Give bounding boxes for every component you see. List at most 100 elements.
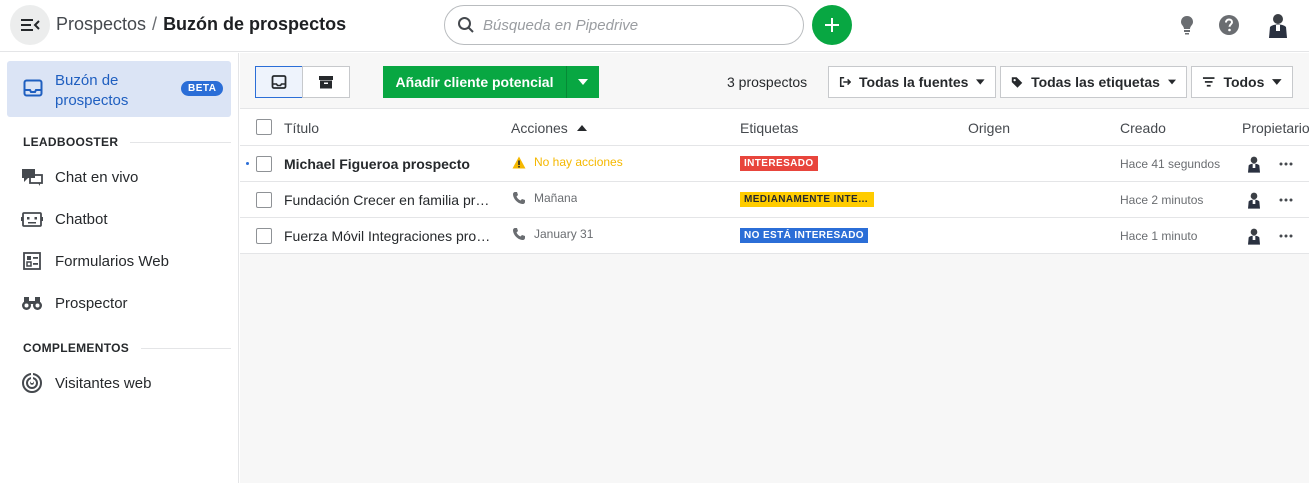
lead-action-label: Mañana (534, 191, 578, 205)
filter-icon (1202, 77, 1215, 87)
breadcrumb: Prospectos / Buzón de prospectos (56, 14, 346, 35)
column-header-label: Acciones (511, 120, 568, 136)
search-box[interactable] (444, 5, 804, 45)
sidebar-item-label: Chat en vivo (55, 168, 139, 186)
owner-avatar (1244, 226, 1264, 246)
row-more-button[interactable] (1276, 154, 1296, 174)
breadcrumb-parent[interactable]: Prospectos (56, 14, 146, 35)
lead-action-label: No hay acciones (534, 155, 623, 169)
menu-collapse-icon (21, 19, 40, 31)
binoculars-icon (20, 291, 44, 315)
lead-title[interactable]: Fundación Crecer en familia prospecto (284, 192, 496, 208)
top-bar: Prospectos / Buzón de prospectos (0, 0, 1309, 52)
sidebar-item-label: Chatbot (55, 210, 108, 228)
lead-action: No hay acciones (512, 155, 623, 169)
owner-filter-label: Todos (1223, 74, 1265, 90)
caret-down-icon (1167, 79, 1176, 85)
page-title: Buzón de prospectos (163, 14, 347, 34)
lead-action: January 31 (512, 227, 593, 241)
section-header-label: LEADBOOSTER (23, 135, 119, 149)
source-filter-dropdown[interactable]: Todas la fuentes (828, 66, 996, 98)
inbox-view-button[interactable] (255, 66, 303, 98)
lead-title[interactable]: Michael Figueroa prospecto (284, 156, 496, 172)
add-lead-dropdown-button[interactable] (567, 66, 599, 98)
table-row[interactable]: Fundación Crecer en familia prospecto Ma… (240, 182, 1309, 218)
caret-down-icon (1272, 79, 1282, 85)
help-icon (1219, 15, 1239, 35)
section-header-leadbooster: LEADBOOSTER (23, 135, 231, 149)
more-horizontal-icon (1279, 162, 1293, 166)
user-avatar-icon (1269, 14, 1287, 38)
column-header-origin[interactable]: Origen (968, 120, 1010, 136)
lead-action-label: January 31 (534, 227, 594, 241)
leads-count: 3 prospectos (727, 74, 808, 90)
tags-filter-label: Todas las etiquetas (1031, 74, 1160, 90)
search-input[interactable] (483, 16, 783, 34)
archive-view-button[interactable] (302, 66, 350, 98)
caret-down-icon (578, 79, 588, 85)
main-content: Añadir cliente potencial 3 prospectos To… (240, 53, 1309, 483)
row-checkbox[interactable] (256, 228, 272, 244)
lightbulb-icon (1181, 16, 1193, 35)
sidebar-item-web-visitors[interactable]: Visitantes web (20, 368, 230, 398)
inbox-icon (271, 75, 287, 89)
menu-toggle-button[interactable] (10, 5, 50, 45)
inbox-icon (23, 79, 43, 97)
column-header-created[interactable]: Creado (1120, 120, 1166, 136)
sidebar-item-label: Visitantes web (55, 374, 152, 392)
column-header-owner[interactable]: Propietario (1242, 120, 1309, 136)
user-avatar-icon (1248, 192, 1260, 209)
row-checkbox[interactable] (256, 192, 272, 208)
chat-icon (20, 165, 44, 189)
tags-filter-dropdown[interactable]: Todas las etiquetas (1000, 66, 1187, 98)
leads-table: Título Acciones Etiquetas Origen Creado … (240, 109, 1309, 254)
lead-title[interactable]: Fuerza Móvil Integraciones prospecto (284, 228, 496, 244)
add-lead-button[interactable]: Añadir cliente potencial (383, 66, 567, 98)
phone-icon (513, 192, 525, 204)
radar-icon (20, 371, 44, 395)
lead-action: Mañana (512, 191, 577, 205)
sidebar-item-web-forms[interactable]: Formularios Web (20, 246, 230, 276)
lead-created: Hace 1 minuto (1120, 229, 1198, 243)
section-header-complementos: COMPLEMENTOS (23, 341, 231, 355)
lead-created: Hace 2 minutos (1120, 193, 1204, 207)
lead-created: Hace 41 segundos (1120, 157, 1221, 171)
row-checkbox[interactable] (256, 156, 272, 172)
toolbar: Añadir cliente potencial 3 prospectos To… (240, 53, 1309, 109)
unread-indicator (246, 162, 249, 165)
table-header: Título Acciones Etiquetas Origen Creado … (240, 109, 1309, 146)
table-row[interactable]: Michael Figueroa prospecto No hay accion… (240, 146, 1309, 182)
more-horizontal-icon (1279, 234, 1293, 238)
table-row[interactable]: Fuerza Móvil Integraciones prospecto Jan… (240, 218, 1309, 254)
beta-badge: BETA (181, 81, 224, 96)
lead-tag: MEDIANAMENTE INTERESADO (740, 192, 874, 207)
more-horizontal-icon (1279, 198, 1293, 202)
sidebar-item-prospector[interactable]: Prospector (20, 288, 230, 318)
column-header-title[interactable]: Título (284, 120, 319, 136)
search-icon (458, 17, 474, 33)
tips-button[interactable] (1175, 13, 1199, 37)
select-all-checkbox[interactable] (256, 119, 272, 135)
owner-filter-dropdown[interactable]: Todos (1191, 66, 1293, 98)
column-header-tags[interactable]: Etiquetas (740, 120, 798, 136)
lead-tag: NO ESTÁ INTERESADO (740, 228, 868, 243)
user-avatar-icon (1248, 228, 1260, 245)
sidebar-item-live-chat[interactable]: Chat en vivo (20, 162, 230, 192)
sidebar-item-leads-inbox[interactable]: Buzón de prospectos BETA (7, 61, 231, 117)
add-lead-button-group: Añadir cliente potencial (383, 66, 599, 98)
lead-tag: INTERESADO (740, 156, 818, 171)
chatbot-icon (20, 207, 44, 231)
tag-icon (1011, 76, 1023, 88)
sidebar-item-label: Prospector (55, 294, 128, 312)
row-more-button[interactable] (1276, 190, 1296, 210)
breadcrumb-separator: / (152, 14, 158, 34)
sort-ascending-icon (576, 125, 587, 131)
quick-add-button[interactable] (812, 5, 852, 45)
owner-avatar (1244, 190, 1264, 210)
row-more-button[interactable] (1276, 226, 1296, 246)
user-avatar[interactable] (1264, 11, 1292, 39)
sidebar-item-chatbot[interactable]: Chatbot (20, 204, 230, 234)
plus-icon (825, 18, 839, 32)
column-header-actions[interactable]: Acciones (511, 120, 587, 136)
help-button[interactable] (1217, 13, 1241, 37)
